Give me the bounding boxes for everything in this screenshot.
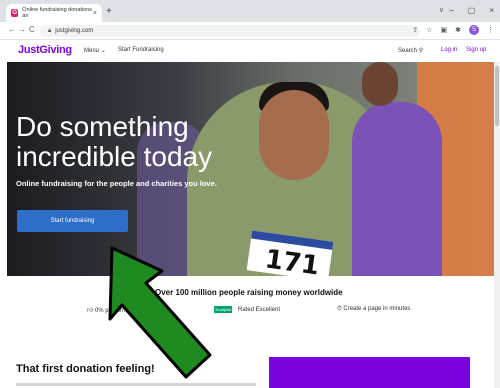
hero-runner-face — [259, 90, 329, 180]
browser-tab[interactable]: G Online fundraising donations an × — [6, 4, 102, 22]
hero-runner-purple-shirt — [352, 102, 442, 276]
site-header: JustGiving Menu ⌄ Start Fundraising Sear… — [0, 40, 500, 62]
thumbs-up-icon: 👍︎ — [87, 308, 94, 314]
hero-headline-line2: incredible today — [16, 141, 213, 172]
close-window-button[interactable]: × — [489, 6, 494, 15]
hero-headline-line1: Do something — [16, 111, 189, 142]
share-icon[interactable]: ⇪ — [412, 26, 418, 34]
profile-avatar[interactable]: S — [469, 25, 479, 35]
menu-dropdown[interactable]: Menu ⌄ — [84, 47, 106, 54]
address-bar[interactable]: 🔒︎ justgiving.com — [40, 25, 420, 37]
stats-section: Over 100 million people raising money wo… — [7, 276, 494, 333]
start-fundraising-link[interactable]: Start Fundraising — [118, 47, 164, 53]
justgiving-logo[interactable]: JustGiving — [18, 44, 72, 56]
hero-section: 171 Do something incredible today Online… — [7, 62, 494, 276]
menu-label: Menu — [84, 48, 100, 54]
browser-menu-icon[interactable]: ⋮ — [487, 26, 494, 34]
chevron-down-icon: ⌄ — [100, 48, 106, 54]
back-button[interactable]: ← — [8, 25, 16, 34]
stat-create-page-label: Create a page in minutes — [343, 306, 411, 312]
stats-row: 👍︎ 0% platform fee TrustpilotRated Excel… — [7, 306, 494, 318]
stat-rating-label: Rated Excellent — [238, 306, 281, 313]
browser-tab-bar: G Online fundraising donations an × + ∨ … — [0, 0, 500, 22]
hero-runner-head — [362, 62, 398, 106]
reload-button[interactable]: C — [29, 25, 35, 34]
url-text: justgiving.com — [55, 28, 94, 34]
search-label: Search — [398, 48, 418, 54]
promo-image — [269, 357, 470, 388]
bookmark-star-icon[interactable]: ☆ — [426, 26, 432, 34]
search-icon: ⚲ — [418, 48, 424, 54]
start-fundraising-button[interactable]: Start fundraising — [17, 210, 128, 232]
hero-subheadline: Online fundraising for the people and ch… — [16, 179, 217, 188]
window-controls: – ▢ × — [449, 6, 494, 15]
justgiving-favicon-icon: G — [11, 9, 19, 17]
toolbar-actions: ⇪ ☆ ▣ ✱ S ⋮ — [412, 25, 494, 35]
tab-title: Online fundraising donations an — [22, 7, 93, 19]
stat-rating: Trustpilot Rated Excellent — [214, 306, 280, 313]
new-tab-button[interactable]: + — [106, 6, 112, 17]
login-link[interactable]: Log in — [441, 47, 457, 53]
scrollbar-thumb[interactable] — [495, 66, 499, 126]
extension-icon[interactable]: ▣ — [441, 26, 448, 34]
maximize-button[interactable]: ▢ — [468, 6, 476, 15]
forward-button[interactable]: → — [18, 25, 26, 34]
search-link[interactable]: Search ⚲ — [398, 47, 423, 54]
hero-headline: Do something incredible today — [16, 112, 246, 172]
signup-link[interactable]: Sign up — [466, 47, 486, 53]
clock-icon: ⏱ — [337, 306, 342, 312]
lower-section: That first donation feeling! — [7, 333, 494, 388]
extensions-puzzle-icon[interactable]: ✱ — [455, 26, 461, 34]
address-toolbar: ← → C 🔒︎ justgiving.com ⇪ ☆ ▣ ✱ S ⋮ — [0, 22, 500, 40]
annotation-arrow-icon — [108, 246, 212, 379]
stat-create-page: ⏱ Create a page in minutes — [337, 306, 410, 313]
tab-search-icon[interactable]: ∨ — [439, 6, 444, 14]
lock-icon[interactable]: 🔒︎ — [48, 28, 51, 35]
minimize-button[interactable]: – — [449, 6, 453, 15]
tab-close-icon[interactable]: × — [93, 10, 97, 17]
